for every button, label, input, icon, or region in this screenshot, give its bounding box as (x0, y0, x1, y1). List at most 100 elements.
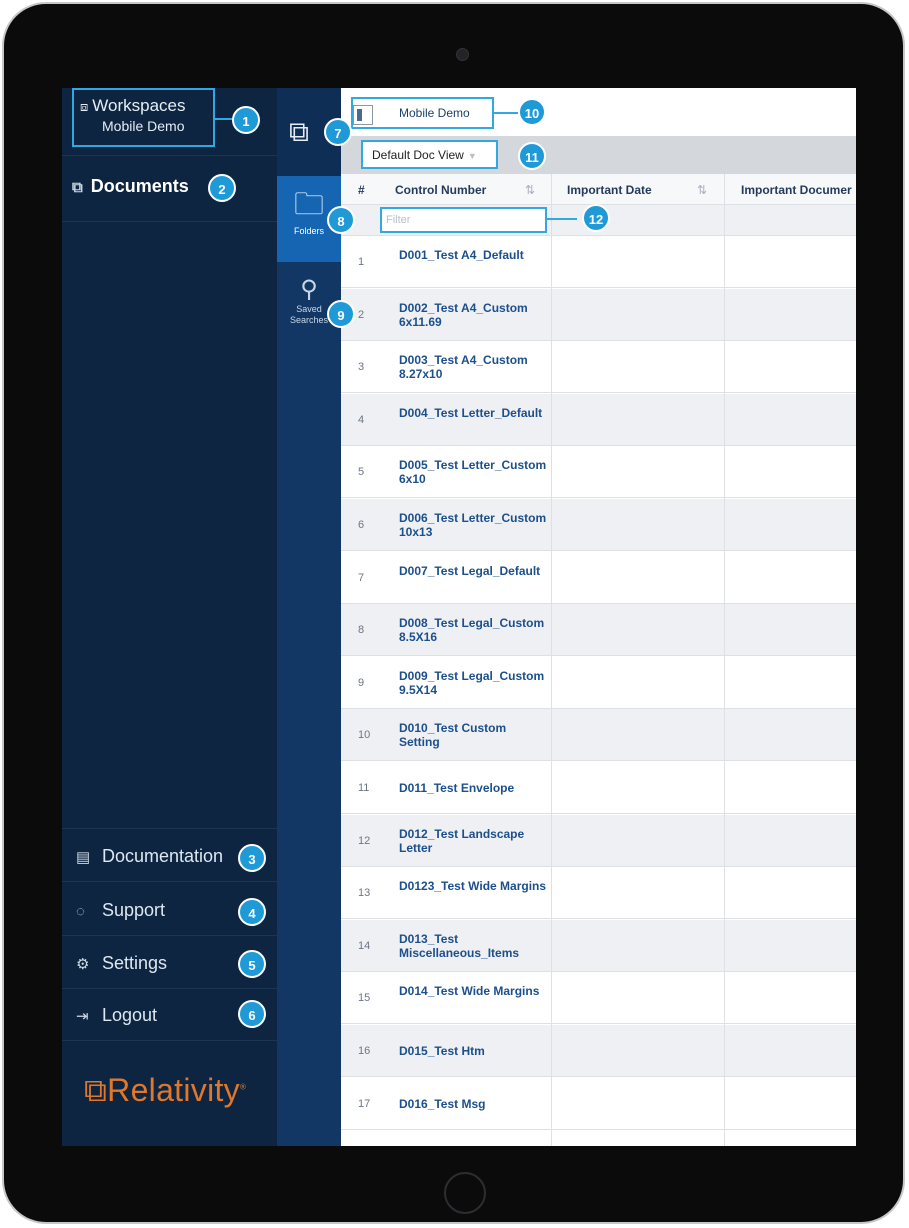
logo-trademark: ® (239, 1082, 247, 1092)
control-number-link[interactable]: D005_Test Letter_Custom 6x10 (399, 458, 549, 486)
table-row[interactable]: 2 D002_Test A4_Custom 6x11.69 (341, 288, 856, 341)
row-number: 11 (358, 782, 370, 794)
column-divider (724, 174, 725, 1146)
col-header-number: # (358, 183, 365, 197)
callout-badge-7: 7 (324, 118, 352, 146)
home-button[interactable] (444, 1172, 486, 1214)
sort-icon[interactable]: ⇅ (525, 183, 535, 197)
table-row[interactable]: 6 D006_Test Letter_Custom 10x13 (341, 499, 856, 551)
row-number: 10 (358, 729, 371, 742)
table-row[interactable]: 4 D004_Test Letter_Default (341, 393, 856, 446)
row-number: 15 (358, 992, 371, 1005)
logout-label: Logout (102, 1005, 158, 1025)
documentation-label: Documentation (102, 846, 224, 866)
column-divider (551, 174, 552, 1146)
control-number-link[interactable]: D011_Test Envelope (399, 781, 549, 795)
table-row[interactable]: 10 D010_Test Custom Setting (341, 709, 856, 762)
control-number-link[interactable]: D016_Test Msg (399, 1097, 549, 1111)
callout-line-12 (547, 218, 577, 220)
documents-label: Documents (90, 176, 189, 196)
control-number-link[interactable]: D014_Test Wide Margins (399, 984, 549, 998)
control-number-link[interactable]: D002_Test A4_Custom 6x11.69 (399, 301, 549, 329)
table-row[interactable]: 14 D013_Test Miscellaneous_Items (341, 919, 856, 972)
control-number-link[interactable]: D015_Test Htm (399, 1044, 549, 1058)
documents-icon: ⧉ (72, 179, 83, 196)
table-row[interactable]: 16 D015_Test Htm (341, 1025, 856, 1077)
row-number: 9 (358, 676, 365, 689)
callout-line-10 (494, 112, 520, 114)
control-number-link[interactable]: D0123_Test Wide Margins (399, 879, 549, 893)
top-tab-bar: Mobile Demo (341, 88, 856, 137)
nav-documents[interactable]: ⧉ Documents (72, 176, 189, 197)
control-number-link[interactable]: D003_Test A4_Custom 8.27x10 (399, 353, 549, 381)
row-number: 8 (358, 624, 365, 637)
row-number: 1 (358, 256, 365, 268)
app-screen: ⧈ Workspaces Mobile Demo ⧉ Documents ▤ Docu… (62, 88, 856, 1146)
divider (62, 988, 277, 989)
callout-badge-2: 2 (208, 174, 236, 202)
control-number-link[interactable]: D010_Test Custom Setting (399, 721, 549, 749)
table-row[interactable]: 12 D012_Test Landscape Letter (341, 814, 856, 867)
callout-badge-12: 12 (582, 204, 610, 232)
logo-mark-icon: ⧉ (84, 1072, 108, 1108)
saved-search-icon: ⚲ (300, 276, 318, 303)
divider (62, 221, 277, 222)
callout-badge-8: 8 (327, 206, 355, 234)
main-panel: Mobile Demo Default Doc View ▼ # Control … (341, 88, 856, 1146)
control-number-link[interactable]: D004_Test Letter_Default (399, 406, 549, 420)
nav-documentation[interactable]: ▤ Documentation (76, 846, 223, 867)
row-number: 4 (358, 413, 365, 426)
callout-badge-10: 10 (518, 98, 546, 126)
table-row[interactable]: 1 D001_Test A4_Default (341, 236, 856, 288)
callout-badge-4: 4 (238, 898, 266, 926)
row-number: 5 (358, 466, 365, 479)
nav-settings[interactable]: ⚙ Settings (76, 953, 167, 974)
tab-label: Mobile Demo (399, 106, 470, 120)
callout-badge-3: 3 (238, 844, 266, 872)
table-row[interactable]: 13 D0123_Test Wide Margins (341, 867, 856, 920)
camera (456, 48, 469, 61)
table-header: # Control Number ⇅ Important Date ⇅ Impo… (341, 174, 856, 205)
control-number-link[interactable]: D009_Test Legal_Custom 9.5X14 (399, 669, 549, 697)
chevron-down-icon: ▼ (467, 151, 477, 161)
row-number: 13 (358, 887, 371, 900)
workspaces-label: Workspaces (92, 96, 186, 115)
gear-icon: ⚙ (76, 956, 90, 973)
workspaces-switcher[interactable]: ⧈ Workspaces Mobile Demo (72, 88, 215, 147)
table-row[interactable]: 17 D016_Test Msg (341, 1078, 856, 1130)
control-number-link[interactable]: D013_Test Miscellaneous_Items (399, 932, 549, 960)
divider (62, 935, 277, 936)
control-number-link[interactable]: D006_Test Letter_Custom 10x13 (399, 511, 549, 539)
logo-text: Relativity (107, 1072, 240, 1108)
view-selector[interactable]: Default Doc View ▼ (361, 140, 498, 169)
control-number-link[interactable]: D012_Test Landscape Letter (399, 827, 549, 855)
row-number: 17 (358, 1097, 371, 1110)
table-row[interactable]: 9 D009_Test Legal_Custom 9.5X14 (341, 657, 856, 709)
table-row[interactable]: 3 D003_Test A4_Custom 8.27x10 (341, 341, 856, 394)
col-header-important-document[interactable]: Important Documer (741, 183, 852, 197)
nav-logout[interactable]: ⇥ Logout (76, 1005, 157, 1026)
sort-icon[interactable]: ⇅ (697, 183, 707, 197)
table-row[interactable]: 15 D014_Test Wide Margins (341, 972, 856, 1025)
workspace-name: Mobile Demo (102, 118, 185, 134)
callout-line-1 (215, 118, 233, 120)
table-row[interactable]: 7 D007_Test Legal_Default (341, 552, 856, 604)
nav-support[interactable]: ◌ Support (76, 900, 165, 921)
divider (62, 1040, 277, 1041)
callout-badge-11: 11 (518, 142, 546, 170)
table-row[interactable]: 5 D005_Test Letter_Custom 6x10 (341, 446, 856, 499)
chat-icon: ◌ (76, 903, 85, 920)
control-number-link[interactable]: D001_Test A4_Default (399, 248, 549, 262)
sidebar: ⧈ Workspaces Mobile Demo ⧉ Documents ▤ Docu… (62, 88, 277, 1146)
callout-badge-6: 6 (238, 1000, 266, 1028)
control-number-link[interactable]: D007_Test Legal_Default (399, 564, 549, 578)
table-row[interactable]: 11 D011_Test Envelope (341, 762, 856, 814)
divider (62, 881, 277, 882)
col-header-important-date[interactable]: Important Date (567, 183, 652, 197)
control-number-link[interactable]: D008_Test Legal_Custom 8.5X16 (399, 616, 549, 644)
row-number: 2 (358, 308, 365, 321)
table-row[interactable]: 8 D008_Test Legal_Custom 8.5X16 (341, 604, 856, 657)
view-bar: Default Doc View ▼ (341, 136, 856, 174)
col-header-control-number[interactable]: Control Number (395, 183, 486, 197)
filter-input[interactable]: Filter (380, 207, 547, 233)
